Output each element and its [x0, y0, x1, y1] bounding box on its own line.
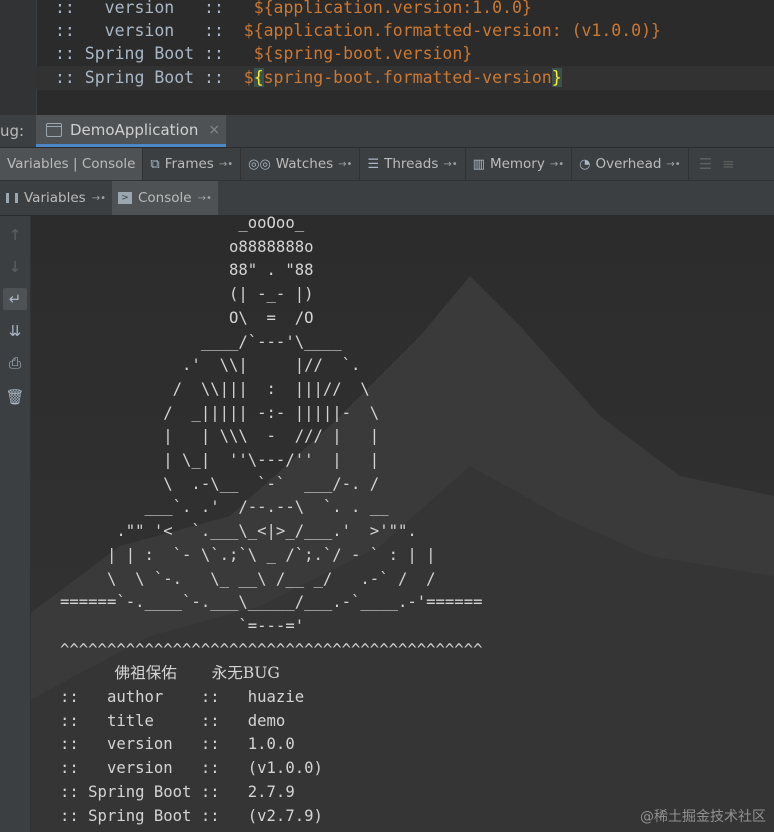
banner-line: | | : `- \`.;`\ _ /`;.`/ - ` : | | — [60, 545, 436, 564]
banner-line: | \_| ''\---/'' | | — [60, 451, 380, 470]
banner-line: .' \\| |// `. — [60, 356, 361, 375]
subtab-variables[interactable]: Variables →• — [0, 181, 112, 215]
frames-icon: ⧉ — [150, 156, 160, 172]
trash-icon[interactable]: 🗑 — [3, 386, 27, 408]
banner-line: (| -_- |) — [60, 285, 314, 304]
watches-icon: ◎◎ — [248, 156, 271, 172]
application-icon — [46, 122, 62, 137]
banner-line: o8888888o — [60, 237, 314, 256]
pin-icon[interactable]: →• — [219, 159, 233, 170]
banner-line: ^^^^^^^^^^^^^^^^^^^^^^^^^^^^^^^^^^^^^^^^… — [60, 640, 483, 659]
banner-line: / \\||| : |||// \ — [60, 379, 370, 398]
pin-icon[interactable]: →• — [550, 159, 564, 170]
banner-line: ___`. .' /--.--\ `. . __ — [60, 498, 389, 517]
info-line: :: version :: (v1.0.0) — [60, 759, 323, 778]
up-arrow-icon[interactable]: ↑ — [3, 224, 27, 246]
console-toolbar: ↑ ↓ ↵ ⇊ ⎙ 🗑 — [0, 216, 31, 832]
soft-wrap-icon[interactable]: ↵ — [3, 288, 27, 310]
list-icon[interactable]: ☰ — [699, 155, 712, 173]
close-icon[interactable]: × — [208, 122, 220, 138]
editor-line[interactable]: :: Spring Boot :: ${spring-boot.version} — [55, 42, 472, 66]
banner-line: | | \\\ - /// | | — [60, 427, 380, 446]
print-icon[interactable]: ⎙ — [3, 352, 27, 374]
variables-icon — [6, 193, 18, 203]
tab-memory[interactable]: ▥ Memory →• — [466, 148, 573, 180]
console-icon: > — [117, 192, 132, 204]
editor-line[interactable]: :: Spring Boot :: ${spring-boot.formatte… — [55, 66, 562, 90]
banner-line: \ \ `-. \_ __\ /__ _/ .-` / / — [60, 569, 436, 588]
pin-icon[interactable]: →• — [92, 193, 106, 204]
down-arrow-icon[interactable]: ↓ — [3, 256, 27, 278]
banner-line: ======`-.____`-.___\_____/___.-`____.-'=… — [60, 593, 483, 612]
tab-threads[interactable]: ☰ Threads →• — [360, 148, 466, 180]
info-line: :: version :: 1.0.0 — [60, 735, 295, 754]
editor-gutter — [0, 0, 37, 115]
code-editor[interactable]: :: version :: ${application.version:1.0.… — [0, 0, 774, 115]
pin-icon[interactable]: →• — [198, 193, 212, 204]
variables-console-subtabs: Variables →• > Console →• — [0, 181, 774, 216]
pin-icon[interactable]: →• — [443, 159, 457, 170]
blessing-line: 佛祖保佑 永无BUG — [60, 664, 280, 683]
tab-variables-console[interactable]: Variables | Console — [0, 148, 144, 180]
info-line: :: Spring Boot :: 2.7.9 — [60, 782, 295, 801]
subtab-console[interactable]: > Console →• — [111, 181, 218, 215]
debugger-tabs: Variables | Console ⧉ Frames →• ◎◎ Watch… — [0, 148, 774, 181]
editor-line[interactable]: :: version :: ${application.formatted-ve… — [55, 19, 661, 43]
pin-icon[interactable]: →• — [338, 159, 352, 170]
settings-icon[interactable]: ≡ — [722, 155, 735, 173]
pin-icon[interactable]: →• — [666, 159, 680, 170]
tab-overhead[interactable]: ◔ Overhead →• — [572, 148, 689, 180]
info-line: :: Spring Boot :: (v2.7.9) — [60, 806, 323, 825]
watermark: @稀土掘金技术社区 — [640, 809, 766, 825]
memory-icon: ▥ — [472, 156, 485, 172]
banner-line: _ooOoo_ — [60, 216, 305, 232]
banner-line: ."" '< `.___\_<|>_/___.' >'"". — [60, 522, 417, 541]
banner-line: 88" . "88 — [60, 261, 314, 280]
run-config-name: DemoApplication — [70, 120, 199, 139]
debug-label: ug: — [0, 122, 25, 140]
run-config-tab[interactable]: DemoApplication × — [36, 115, 226, 147]
console-output: _ooOoo_ o8888888o 88" . "88 (| -_- |) O\… — [60, 216, 482, 828]
info-line: :: author :: huazie — [60, 688, 305, 707]
banner-line: `=---=' — [60, 616, 305, 635]
debug-toolwindow-header: ug: DemoApplication × — [0, 115, 774, 148]
banner-line: / _||||| -:- |||||- \ — [60, 403, 380, 422]
info-line: :: title :: demo — [60, 711, 286, 730]
tab-frames[interactable]: ⧉ Frames →• — [143, 148, 242, 180]
threads-icon: ☰ — [367, 156, 380, 172]
scroll-to-end-icon[interactable]: ⇊ — [3, 320, 27, 342]
overhead-icon: ◔ — [579, 156, 591, 172]
banner-line: ____/`---'\____ — [60, 332, 342, 351]
console-panel[interactable]: ↑ ↓ ↵ ⇊ ⎙ 🗑 _ooOoo_ o8888888o 88" . "88 … — [0, 216, 774, 832]
editor-line[interactable]: :: version :: ${application.version:1.0.… — [55, 0, 532, 20]
banner-line: \ .-\__ `-` ___/-. / — [60, 474, 380, 493]
tab-watches[interactable]: ◎◎ Watches →• — [241, 148, 361, 180]
banner-line: O\ = /O — [60, 308, 314, 327]
